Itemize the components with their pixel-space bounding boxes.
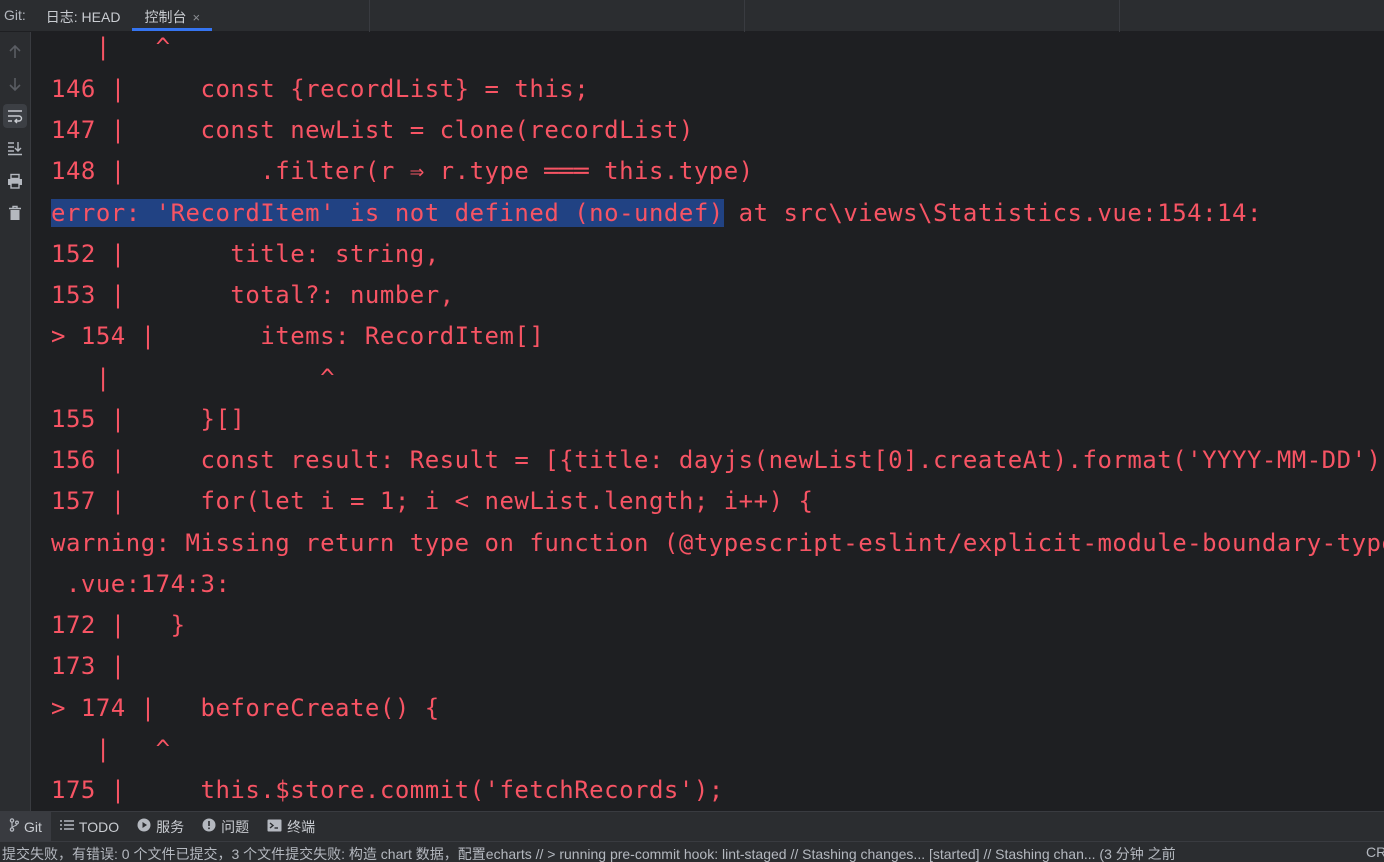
git-branch-icon — [9, 818, 19, 835]
status-message[interactable]: 提交失败，有错误: 0 个文件已提交，3 个文件提交失败: 构造 chart 数… — [2, 844, 1176, 862]
console-line: 173 | — [51, 652, 126, 680]
console-line: 157 | for(let i = 1; i < newList.length;… — [51, 487, 814, 515]
close-icon[interactable]: × — [192, 10, 200, 25]
arrow-down-icon[interactable] — [3, 72, 27, 96]
console-line: 156 | const result: Result = [{title: da… — [51, 446, 1382, 474]
line-separator-indicator[interactable]: CR — [1366, 844, 1384, 860]
tool-window-services[interactable]: 服务 — [128, 812, 193, 842]
services-icon — [137, 818, 151, 835]
tool-window-tab-bar: Git: 日志: HEAD 控制台 × — [0, 0, 1384, 32]
status-bar: 提交失败，有错误: 0 个文件已提交，3 个文件提交失败: 构造 chart 数… — [0, 841, 1384, 862]
todo-list-icon — [59, 819, 74, 834]
git-tab-prefix: Git: — [4, 7, 26, 23]
console-line: | ^ — [51, 33, 171, 61]
tab-log-head-label: 日志: HEAD — [45, 9, 121, 25]
console-line: 175 | this.$store.commit('fetchRecords')… — [51, 776, 724, 804]
arrow-up-icon[interactable] — [3, 40, 27, 64]
console-output[interactable]: | ^ 146 | const {recordList} = this; 147… — [32, 32, 1384, 811]
divider — [369, 0, 370, 32]
terminal-icon — [267, 819, 282, 835]
tool-window-todo[interactable]: TODO — [51, 812, 128, 842]
tool-window-git[interactable]: Git — [0, 811, 51, 842]
error-location-text: at src\views\Statistics.vue:154:14: — [723, 199, 1262, 227]
soft-wrap-icon[interactable] — [3, 104, 27, 128]
divider — [744, 0, 745, 32]
console-line-error: error: 'RecordItem' is not defined (no-u… — [51, 198, 1262, 228]
console-line: .vue:174:3: — [51, 570, 231, 598]
tab-console-label: 控制台 — [144, 9, 187, 25]
divider — [1119, 0, 1120, 32]
console-line: 152 | title: string, — [51, 240, 440, 268]
tool-window-terminal-label: 终端 — [287, 818, 316, 835]
console-line-warning: warning: Missing return type on function… — [51, 529, 1384, 557]
console-line: 153 | total?: number, — [51, 281, 455, 309]
scroll-to-end-icon[interactable] — [3, 136, 27, 160]
tab-console[interactable]: 控制台 × — [132, 0, 212, 31]
print-icon[interactable] — [3, 169, 27, 193]
tool-window-bar: Git TODO 服务 问题 终端 — [0, 811, 1384, 842]
console-line: > 154 | items: RecordItem[] — [51, 322, 545, 350]
tool-window-problems-label: 问题 — [221, 818, 250, 835]
tool-window-problems[interactable]: 问题 — [193, 812, 258, 842]
tool-window-todo-label: TODO — [78, 818, 120, 835]
tab-log-head[interactable]: 日志: HEAD — [34, 0, 133, 31]
console-line: 148 | .filter(r ⇒ r.type ═══ this.type) — [51, 157, 754, 185]
console-side-toolbar — [0, 32, 31, 811]
ide-window: Git: 日志: HEAD 控制台 × | ^ 146 | const {rec… — [0, 0, 1384, 862]
tool-window-git-label: Git — [24, 818, 42, 835]
problems-icon — [202, 818, 216, 835]
trash-icon[interactable] — [3, 201, 27, 225]
console-line: 146 | const {recordList} = this; — [51, 75, 590, 103]
selected-error-text: error: 'RecordItem' is not defined (no-u… — [51, 199, 724, 227]
tool-window-terminal[interactable]: 终端 — [258, 812, 324, 842]
console-line: 172 | } — [51, 611, 186, 639]
console-line: 147 | const newList = clone(recordList) — [51, 116, 694, 144]
console-line: | ^ — [51, 364, 336, 392]
console-line: | ^ — [51, 735, 171, 763]
console-line: 155 | }[] — [51, 405, 246, 433]
tool-window-services-label: 服务 — [156, 818, 185, 835]
console-line: > 174 | beforeCreate() { — [51, 694, 440, 722]
